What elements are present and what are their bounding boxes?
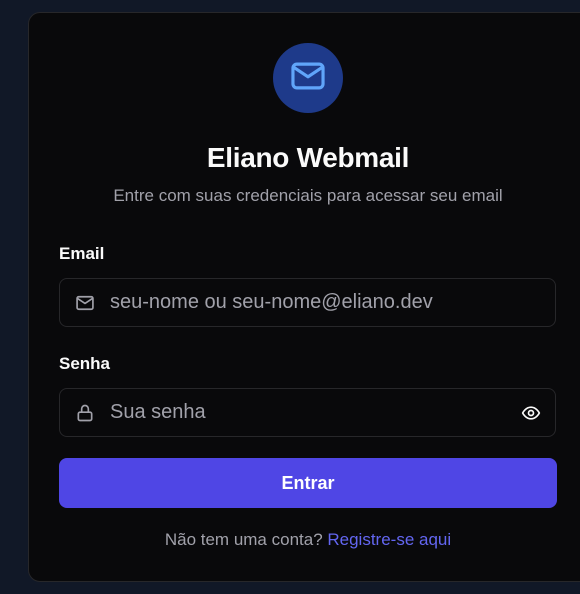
password-input[interactable] [110, 389, 510, 436]
login-page: Eliano Webmail Entre com suas credenciai… [0, 0, 580, 594]
lock-icon [74, 402, 96, 424]
email-label: Email [59, 244, 105, 263]
email-input[interactable] [110, 279, 510, 326]
password-field[interactable] [59, 388, 556, 437]
register-prompt: Não tem uma conta? Registre-se aqui [0, 530, 580, 550]
logo-badge [273, 43, 343, 113]
submit-button[interactable]: Entrar [59, 458, 557, 508]
register-link[interactable]: Registre-se aqui [327, 530, 451, 549]
register-prompt-text: Não tem uma conta? [164, 530, 328, 549]
password-label: Senha [59, 354, 111, 373]
page-title: Eliano Webmail [206, 142, 410, 173]
mail-icon [74, 292, 96, 314]
email-field[interactable] [59, 278, 556, 327]
eye-icon[interactable] [519, 401, 543, 425]
page-subtitle: Entre com suas credenciais para acessar … [113, 186, 503, 205]
mail-icon [289, 57, 327, 100]
